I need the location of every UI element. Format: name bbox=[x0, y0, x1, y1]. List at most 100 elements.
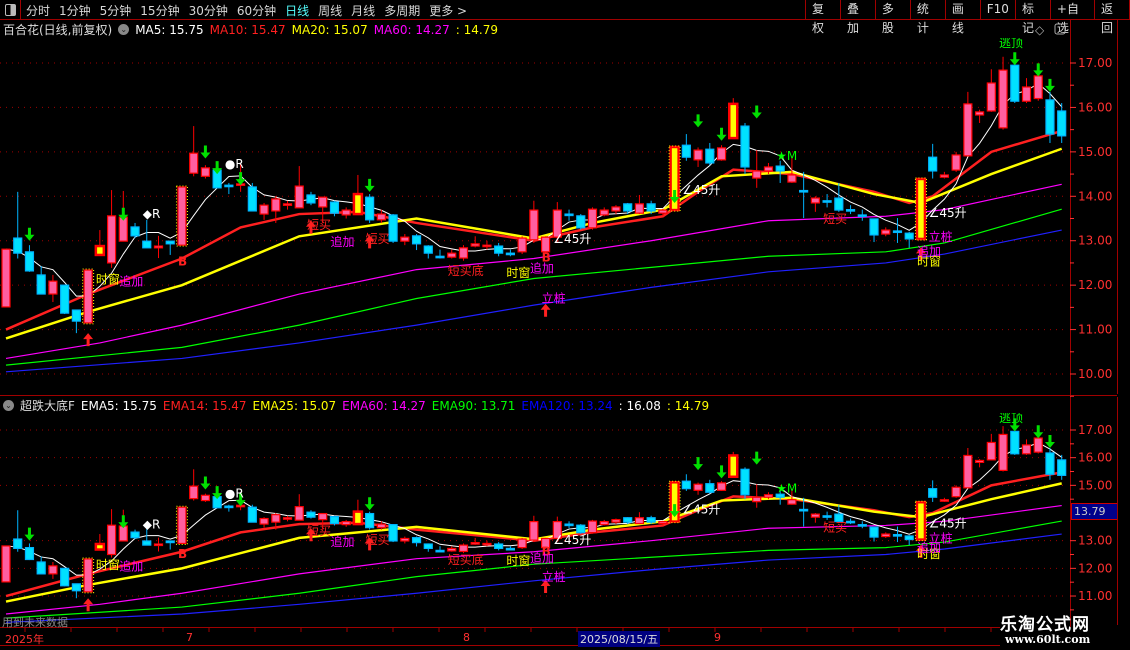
candle[interactable] bbox=[282, 515, 293, 522]
candle[interactable] bbox=[599, 519, 609, 526]
candle[interactable] bbox=[1021, 439, 1032, 455]
candle[interactable] bbox=[634, 194, 645, 215]
right-side-panel[interactable] bbox=[1117, 20, 1130, 394]
candle[interactable] bbox=[752, 484, 762, 508]
candle[interactable] bbox=[470, 236, 480, 248]
candle[interactable] bbox=[716, 481, 727, 491]
candle[interactable] bbox=[986, 69, 996, 112]
candle[interactable] bbox=[400, 536, 410, 544]
candle[interactable] bbox=[1057, 454, 1067, 480]
candle[interactable] bbox=[705, 142, 715, 166]
candle[interactable] bbox=[505, 249, 515, 257]
candle[interactable] bbox=[247, 504, 257, 523]
candle[interactable] bbox=[728, 98, 739, 140]
candle[interactable] bbox=[881, 532, 891, 538]
candle[interactable] bbox=[82, 557, 95, 594]
candle[interactable] bbox=[341, 207, 351, 219]
candle[interactable] bbox=[1057, 102, 1067, 143]
candle[interactable] bbox=[939, 171, 950, 179]
candle[interactable] bbox=[200, 493, 211, 502]
kline-chart[interactable]: ◇B B◆R●R时窗 时窗时窗追加追加追加追加短买短买短买短买底立桩立桩∠45升∠4… bbox=[0, 0, 1130, 650]
candle[interactable] bbox=[869, 526, 879, 542]
candle[interactable] bbox=[165, 540, 175, 550]
candle[interactable] bbox=[914, 177, 927, 241]
candle[interactable] bbox=[447, 546, 457, 552]
candle[interactable] bbox=[681, 474, 691, 491]
candle[interactable] bbox=[400, 234, 410, 246]
candle[interactable] bbox=[892, 526, 903, 543]
candle[interactable] bbox=[189, 469, 199, 501]
candle[interactable] bbox=[1033, 436, 1043, 454]
candle[interactable] bbox=[810, 196, 820, 212]
candle[interactable] bbox=[175, 505, 188, 545]
candle[interactable] bbox=[71, 583, 81, 599]
candle[interactable] bbox=[845, 205, 856, 215]
candle[interactable] bbox=[13, 191, 23, 259]
candle[interactable] bbox=[365, 511, 375, 530]
candle[interactable] bbox=[564, 521, 574, 529]
candle[interactable] bbox=[634, 512, 645, 525]
candle[interactable] bbox=[822, 194, 832, 208]
candle[interactable] bbox=[822, 511, 832, 520]
candle[interactable] bbox=[411, 536, 422, 547]
candle[interactable] bbox=[60, 567, 70, 587]
candle[interactable] bbox=[94, 230, 106, 257]
candle[interactable] bbox=[845, 518, 856, 525]
candle[interactable] bbox=[200, 165, 211, 179]
candle[interactable] bbox=[153, 537, 164, 552]
candle[interactable] bbox=[329, 515, 340, 526]
candle[interactable] bbox=[388, 214, 398, 243]
candle[interactable] bbox=[1, 248, 11, 308]
candle[interactable] bbox=[60, 284, 70, 315]
candle[interactable] bbox=[388, 524, 398, 543]
candle[interactable] bbox=[411, 234, 422, 251]
candle[interactable] bbox=[1010, 430, 1020, 455]
candle[interactable] bbox=[974, 109, 985, 123]
candle[interactable] bbox=[1, 545, 11, 583]
candle[interactable] bbox=[82, 268, 95, 325]
candle[interactable] bbox=[294, 166, 304, 209]
candle[interactable] bbox=[998, 56, 1008, 130]
candle[interactable] bbox=[24, 245, 35, 272]
candle[interactable] bbox=[963, 447, 973, 489]
candle[interactable] bbox=[282, 200, 293, 210]
candle[interactable] bbox=[482, 540, 492, 547]
candle[interactable] bbox=[24, 543, 35, 561]
candle[interactable] bbox=[928, 480, 938, 502]
candle[interactable] bbox=[165, 240, 175, 255]
candle[interactable] bbox=[48, 274, 58, 303]
candle[interactable] bbox=[587, 207, 598, 230]
candle[interactable] bbox=[153, 235, 164, 259]
candle[interactable] bbox=[951, 151, 961, 172]
candle[interactable] bbox=[352, 499, 364, 526]
candle[interactable] bbox=[914, 500, 927, 542]
candle[interactable] bbox=[810, 513, 820, 523]
candle[interactable] bbox=[94, 534, 106, 551]
candle[interactable] bbox=[716, 145, 727, 161]
candle[interactable] bbox=[693, 147, 703, 167]
candle[interactable] bbox=[447, 249, 457, 259]
candle[interactable] bbox=[106, 190, 117, 268]
candle[interactable] bbox=[36, 266, 46, 295]
candle[interactable] bbox=[458, 543, 469, 554]
candle[interactable] bbox=[306, 191, 316, 206]
candle[interactable] bbox=[904, 231, 914, 248]
candle[interactable] bbox=[259, 517, 269, 528]
candle[interactable] bbox=[963, 91, 973, 157]
candle[interactable] bbox=[106, 509, 117, 558]
candle[interactable] bbox=[505, 546, 515, 551]
candle[interactable] bbox=[1021, 78, 1032, 103]
candle[interactable] bbox=[857, 209, 867, 221]
candle[interactable] bbox=[352, 174, 364, 216]
candle[interactable] bbox=[951, 485, 961, 498]
candle[interactable] bbox=[611, 205, 621, 215]
diamond-icon[interactable]: ◇ bbox=[1035, 23, 1045, 37]
candle[interactable] bbox=[928, 143, 938, 179]
candle[interactable] bbox=[1010, 63, 1020, 103]
candle[interactable] bbox=[986, 433, 996, 461]
candle[interactable] bbox=[869, 218, 879, 243]
candle[interactable] bbox=[611, 518, 621, 525]
candle[interactable] bbox=[576, 214, 586, 230]
candle[interactable] bbox=[705, 479, 715, 494]
candle[interactable] bbox=[799, 171, 809, 219]
